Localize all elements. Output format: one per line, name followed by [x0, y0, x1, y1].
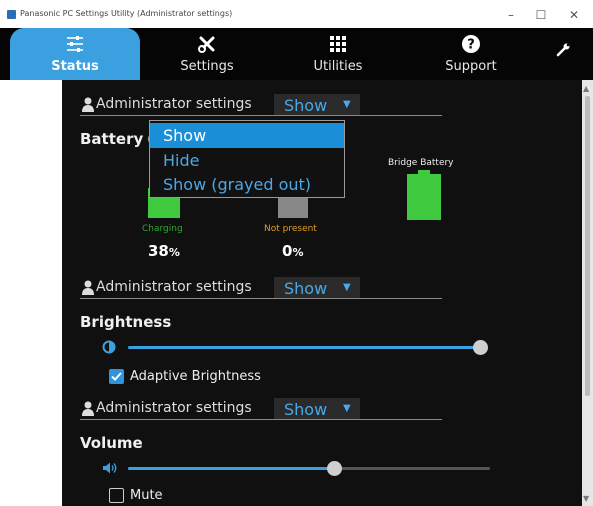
- select-value: Show: [284, 400, 328, 419]
- maximize-button[interactable]: ☐: [526, 4, 556, 26]
- chevron-down-icon: ▼: [343, 403, 351, 414]
- admin-settings-row: Administrator settings Show ▼: [80, 398, 442, 420]
- tab-bar: Status Settings Utilities ? Support: [0, 28, 593, 80]
- admin-settings-select[interactable]: Show ▼: [274, 94, 360, 116]
- admin-settings-select[interactable]: Show ▼: [274, 277, 360, 299]
- title-bar: Panasonic PC Settings Utility (Administr…: [0, 0, 593, 28]
- mute-label: Mute: [130, 488, 163, 503]
- user-icon: [82, 280, 94, 295]
- mute-checkbox[interactable]: [109, 488, 124, 503]
- select-value: Show: [284, 279, 328, 298]
- main-battery-percent: 38%: [148, 242, 180, 260]
- status-panel: Administrator settings Show ▼ Battery Ch…: [62, 80, 582, 506]
- scroll-down-icon[interactable]: ▼: [583, 494, 589, 503]
- tab-utilities[interactable]: Utilities: [272, 28, 404, 80]
- main-battery-status: Charging: [142, 224, 183, 234]
- chevron-down-icon: ▼: [343, 282, 351, 293]
- admin-settings-row: Administrator settings Show ▼: [80, 94, 442, 116]
- tab-admin-tools[interactable]: [548, 28, 578, 80]
- dropdown-option-show[interactable]: Show: [150, 123, 344, 148]
- scrollbar-thumb[interactable]: [585, 96, 590, 396]
- tab-label: Settings: [180, 59, 234, 74]
- secondary-battery-percent: 0%: [282, 242, 304, 260]
- minimize-button[interactable]: –: [496, 4, 526, 26]
- divider: [80, 115, 442, 116]
- divider: [80, 298, 442, 299]
- select-value: Show: [284, 96, 328, 115]
- tools-icon: [198, 36, 215, 53]
- app-icon: [7, 10, 16, 19]
- tab-support[interactable]: ? Support: [406, 28, 536, 80]
- scroll-up-icon[interactable]: ▲: [583, 84, 589, 93]
- admin-settings-row: Administrator settings Show ▼: [80, 277, 442, 299]
- volume-slider-fill: [128, 467, 335, 470]
- checkmark-icon: [111, 372, 122, 381]
- secondary-battery-icon: [278, 198, 308, 218]
- tab-settings[interactable]: Settings: [144, 28, 270, 80]
- brightness-slider-thumb[interactable]: [473, 340, 488, 355]
- adaptive-brightness-checkbox[interactable]: [109, 369, 124, 384]
- battery-title: Battery: [80, 130, 144, 148]
- admin-settings-label: Administrator settings: [96, 96, 252, 112]
- adaptive-brightness-label: Adaptive Brightness: [130, 369, 261, 384]
- bridge-battery-label: Bridge Battery: [388, 158, 454, 168]
- help-icon: ?: [462, 35, 480, 53]
- tab-label: Support: [445, 59, 497, 74]
- wrench-icon: [556, 43, 570, 57]
- speaker-icon: [103, 462, 117, 474]
- tab-status[interactable]: Status: [10, 28, 140, 80]
- volume-slider-thumb[interactable]: [327, 461, 343, 476]
- window-title: Panasonic PC Settings Utility (Administr…: [20, 9, 233, 18]
- chevron-down-icon: ▼: [343, 99, 351, 110]
- brightness-title: Brightness: [80, 313, 172, 331]
- volume-title: Volume: [80, 434, 143, 452]
- admin-settings-dropdown: Show Hide Show (grayed out): [149, 120, 345, 198]
- tab-label: Status: [51, 59, 99, 74]
- brightness-slider[interactable]: [128, 346, 480, 349]
- sliders-icon: [67, 36, 83, 52]
- bridge-battery-icon: [407, 170, 441, 220]
- brightness-icon: [102, 340, 116, 354]
- close-button[interactable]: ✕: [559, 4, 589, 26]
- divider: [80, 419, 442, 420]
- grid-icon: [330, 36, 346, 52]
- secondary-battery-status: Not present: [264, 224, 317, 234]
- svg-text:?: ?: [467, 38, 475, 53]
- admin-settings-select[interactable]: Show ▼: [274, 398, 360, 420]
- user-icon: [82, 97, 94, 112]
- dropdown-option-show-grayed[interactable]: Show (grayed out): [150, 172, 344, 197]
- admin-settings-label: Administrator settings: [96, 279, 252, 295]
- dropdown-option-hide[interactable]: Hide: [150, 148, 344, 173]
- tab-label: Utilities: [313, 59, 363, 74]
- user-icon: [82, 401, 94, 416]
- admin-settings-label: Administrator settings: [96, 400, 252, 416]
